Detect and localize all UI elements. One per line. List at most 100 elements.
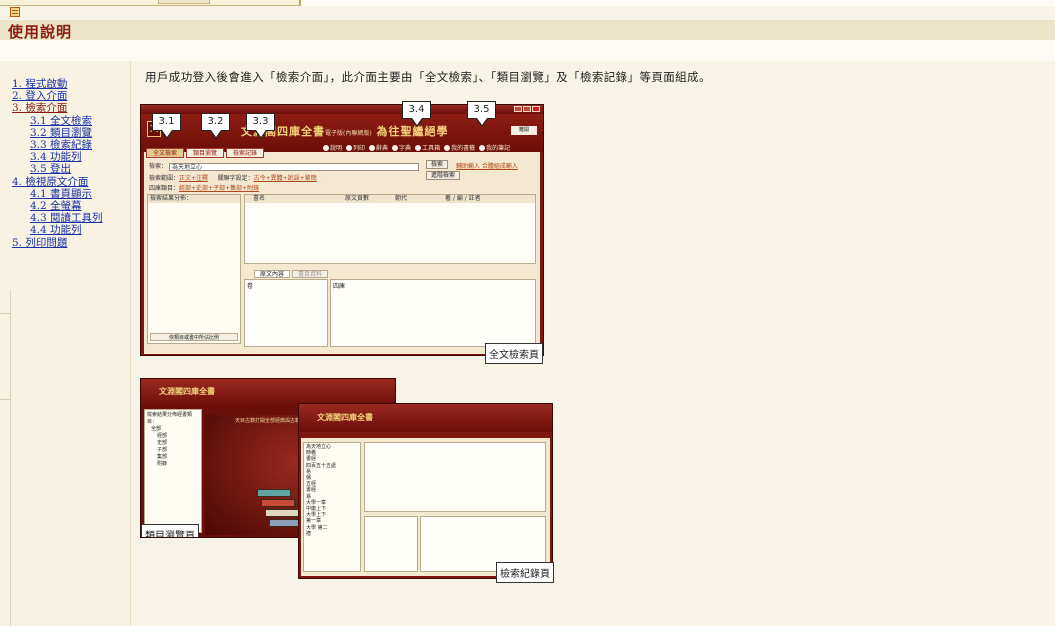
title-bar: 使用說明 [0, 20, 1055, 41]
nav-link[interactable]: 4.4 功能列 [12, 224, 103, 236]
app-toolbar: 說明 列印 辭典 字典 工具箱 我的書籤 我的筆記 [323, 143, 510, 152]
nav-link[interactable]: 4.2 全螢幕 [12, 200, 103, 212]
tree-item: 史部 [157, 440, 168, 446]
toolbar-item: 我的筆記 [479, 143, 510, 152]
book-image [261, 499, 295, 507]
book-image [265, 509, 299, 517]
nav-link[interactable]: 3.1 全文檢索 [12, 115, 103, 127]
callout-3-1: 3.1 [152, 113, 181, 139]
nav-link[interactable]: 3.3 檢索紀錄 [12, 139, 103, 151]
nav-link[interactable]: 3.5 登出 [12, 163, 103, 175]
previous-page-remnant [0, 0, 1055, 6]
category-tree: 檢索結果分佈經書類目： 全部 經部 史部 子部 集部 附錄 [144, 409, 202, 533]
brand-subtitle: 電子版(內聯網版) [325, 130, 372, 137]
column-header: 朝代 [395, 195, 408, 202]
toolbar-item: 列印 [346, 143, 365, 152]
nav-link[interactable]: 1. 程式啟動 [12, 78, 103, 90]
app-tab: 類目瀏覽 [186, 148, 225, 158]
callout-3-4: 3.4 [402, 101, 431, 127]
detail-right-pane: 四庫 [330, 279, 536, 347]
scope-row: 檢索範圍：正文+注釋 關聯字設定：古今+異體+訛誤+繁簡 [149, 173, 317, 182]
column-header: 原文頁數 [345, 195, 370, 202]
detail-left-pane: 卷 [244, 279, 328, 347]
app-logo-icon [10, 7, 20, 17]
column-header: 書名 [253, 195, 266, 202]
brand-name: 文淵閣四庫全書 [159, 386, 215, 396]
table-of-contents: 1. 程式啟動 2. 登入介面 3. 檢索介面 3.1 全文檢索 3.2 類目瀏覽 3.3… [12, 78, 103, 249]
tree-item: 全部 [151, 426, 162, 432]
app-tab: 全文檢索 [146, 148, 185, 158]
sidebar-rule [10, 290, 11, 626]
tree-item: 經部 [157, 433, 168, 439]
figure-caption: 檢索紀錄頁 [496, 562, 554, 583]
nav-link[interactable]: 2. 登入介面 [12, 90, 103, 102]
result-grid-header: 書名 原文頁數 朝代 著 / 編 / 註者 [245, 195, 535, 203]
nav-link[interactable]: 3.4 功能列 [12, 151, 103, 163]
app-tabs: 全文檢索 類目瀏覽 檢索記錄 [146, 148, 265, 158]
detail-panel: 原文內容 書目資料 卷 四庫 [244, 270, 536, 348]
ghost-panel [0, 0, 301, 6]
detail-tab: 原文內容 [254, 270, 291, 278]
header-band [0, 40, 1055, 61]
category-label: 四庫類目： [149, 185, 180, 192]
nav-link[interactable]: 5. 列印問題 [12, 237, 103, 249]
app-body: 全文檢索 類目瀏覽 檢索記錄 檢索： 為天地立心 檢索 輔助輸入 合體組成輸入 檢索… [144, 148, 540, 354]
detail-tabs: 原文內容 書目資料 [254, 270, 329, 278]
fulltext-search-screenshot: 文 文淵閣四庫全書電子版(內聯網版) 為往聖繼絕學 離開 說明列印辭典字典工具箱… [140, 104, 544, 364]
nav-link[interactable]: 4.1 書頁顯示 [12, 188, 103, 200]
intro-text: 用戶成功登入後會進入「檢索介面」，此介面主要由「全文檢索」、「類目瀏覽」及「檢索… [145, 70, 711, 84]
search-button: 檢索 [426, 160, 449, 169]
history-item: 禮 [306, 530, 312, 537]
tree-item: 檢索結果分佈經書類目： [147, 412, 193, 425]
advanced-search-button: 進階檢索 [426, 171, 461, 180]
search-input: 為天地立心 [168, 162, 419, 171]
maximize-icon [523, 106, 531, 112]
nav-link[interactable]: 3.2 類目瀏覽 [12, 127, 103, 139]
detail-tab: 書目資料 [292, 270, 329, 278]
nav-link[interactable]: 3. 檢索介面 [12, 102, 103, 114]
tree-item: 集部 [157, 454, 168, 460]
nav-link[interactable]: 4. 檢視原文介面 [12, 176, 103, 188]
toolbar-item: 工具箱 [415, 143, 440, 152]
toolbar-item: 字典 [392, 143, 411, 152]
ghost-button [158, 0, 210, 4]
callout-3-5: 3.5 [467, 101, 496, 127]
result-distribution-pane: 檢索結果分佈： 依類目或書中所佔比例 [147, 194, 241, 344]
result-grid: 書名 原文頁數 朝代 著 / 編 / 註者 [244, 194, 536, 264]
figure-caption: 類目瀏覽頁 [141, 524, 199, 537]
app-tab: 檢索記錄 [226, 148, 265, 158]
tree-item: 子部 [157, 447, 168, 453]
figure-caption: 全文檢索頁 [485, 343, 543, 364]
keyword-value: 古今+異體+訛誤+繁簡 [253, 175, 317, 182]
input-helper-links: 輔助輸入 合體組成輸入 [456, 163, 518, 170]
result-grid [364, 442, 546, 512]
search-label: 檢索： [149, 163, 168, 170]
search-row: 檢索： 為天地立心 [149, 161, 419, 171]
callout-3-3: 3.3 [246, 113, 275, 139]
sidebar-divider [0, 313, 10, 314]
brand-name: 文淵閣四庫全書 [317, 412, 373, 422]
toolbar-item: 說明 [323, 143, 342, 152]
scope-label: 檢索範圍： [149, 175, 180, 182]
callout-3-2: 3.2 [201, 113, 230, 139]
app-body: 為天地立心 時義 書經 四百五十五處易儒五經 書經易大學一章 中庸上下 大學上下 第一章 大學 … [301, 438, 550, 576]
close-icon [532, 106, 540, 112]
search-history-screenshot: 文淵閣四庫全書 為天地立心 時義 書經 四百五十五處易儒五經 書經易大學一章 中庸上下 大學… [298, 403, 554, 583]
distribution-footer-button: 依類目或書中所佔比例 [150, 333, 238, 341]
keyword-label: 關聯字設定： [217, 175, 254, 182]
category-value: 經部+史部+子部+集部+附錄 [179, 185, 260, 192]
category-row: 四庫類目：經部+史部+子部+集部+附錄 [149, 183, 259, 192]
nav-link[interactable]: 4.3 閱讀工具列 [12, 212, 103, 224]
window-controls [514, 106, 540, 112]
tree-item: 附錄 [157, 461, 168, 467]
page-title: 使用說明 [8, 23, 73, 41]
detail-left-pane [364, 516, 418, 572]
toolbar-item: 我的書籤 [444, 143, 475, 152]
minimize-icon [514, 106, 522, 112]
sidebar: 1. 程式啟動 2. 登入介面 3. 檢索介面 3.1 全文檢索 3.2 類目瀏覽 3.3… [0, 61, 131, 626]
exit-button: 離開 [511, 126, 537, 135]
toolbar-item: 辭典 [369, 143, 388, 152]
book-image [257, 489, 291, 497]
result-distribution-label: 檢索結果分佈： [148, 195, 240, 203]
column-header: 著 / 編 / 註者 [445, 195, 481, 202]
